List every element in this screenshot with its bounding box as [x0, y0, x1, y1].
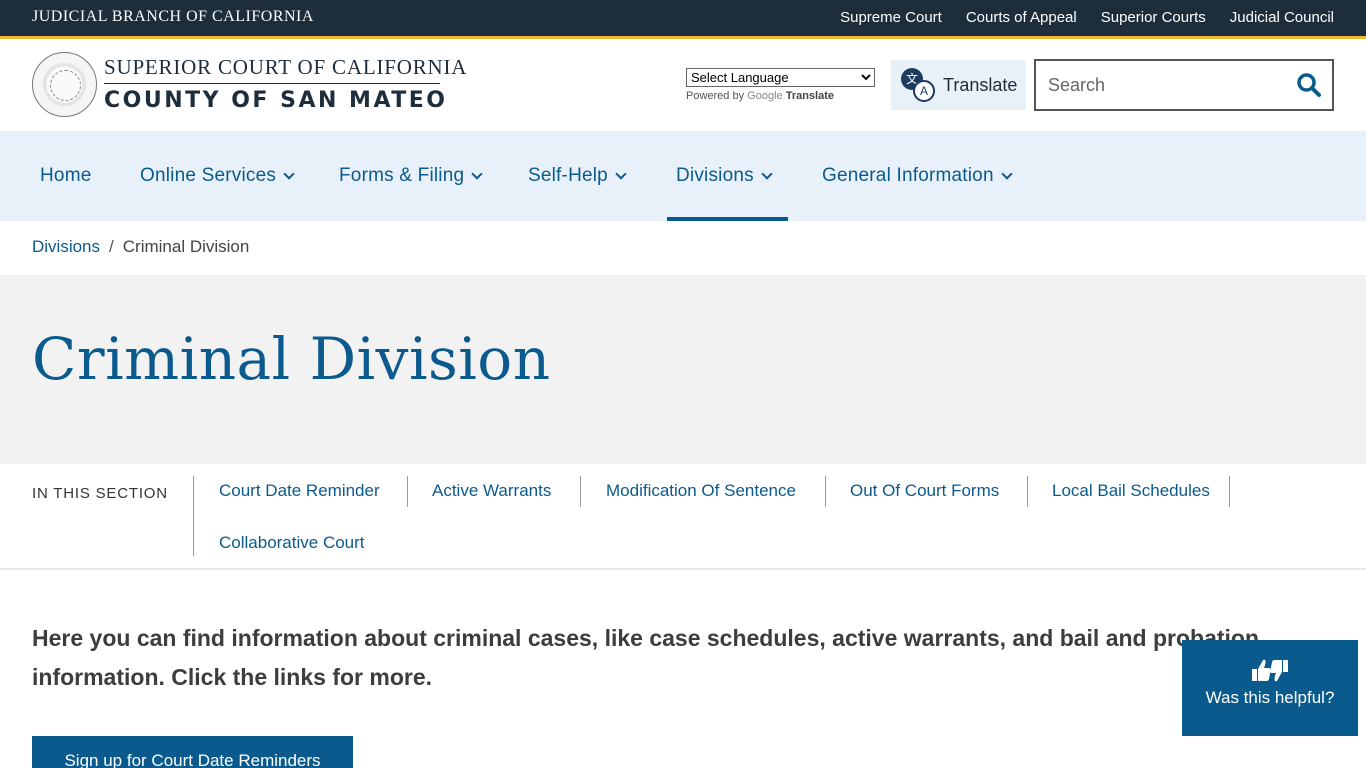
translate-button[interactable]: 文 A Translate [891, 60, 1026, 110]
breadcrumb-divisions-link[interactable]: Divisions [32, 237, 100, 257]
nav-forms-filing[interactable]: Forms & Filing [339, 131, 483, 221]
page-hero: Criminal Division [0, 275, 1366, 464]
brand-line-2: COUNTY OF SAN MATEO [104, 88, 448, 113]
section-link-court-date-reminder[interactable]: Court Date Reminder [219, 481, 380, 501]
section-link-divider [1229, 476, 1230, 507]
nav-general-information[interactable]: General Information [822, 131, 1013, 221]
nav-self-help[interactable]: Self-Help [528, 131, 627, 221]
powered-by-label: Powered by [686, 90, 745, 102]
translate-word: Translate [785, 90, 835, 102]
breadcrumb: Divisions / Criminal Division [32, 237, 249, 257]
google-translate-widget: Select Language Powered by Google Transl… [686, 68, 875, 102]
feedback-label: Was this helpful? [1205, 688, 1335, 707]
section-link-divider [825, 476, 826, 507]
superior-courts-link[interactable]: Superior Courts [1101, 9, 1206, 26]
nav-divisions-label: Divisions [676, 165, 754, 186]
chevron-down-icon [615, 167, 627, 180]
court-date-reminders-signup-button[interactable]: Sign up for Court Date Reminders [32, 736, 353, 768]
chevron-down-icon [761, 167, 773, 180]
nav-divisions[interactable]: Divisions [667, 131, 788, 221]
in-this-section-nav: IN THIS SECTION Court Date Reminder Acti… [0, 464, 1366, 570]
translate-icon: 文 A [901, 68, 935, 102]
search-icon[interactable] [1296, 72, 1322, 98]
nav-home[interactable]: Home [40, 131, 91, 221]
search-input[interactable] [1036, 74, 1286, 96]
judicial-branch-bar: JUDICIAL BRANCH OF CALIFORNIA Supreme Co… [0, 0, 1366, 36]
nav-self-help-label: Self-Help [528, 165, 608, 186]
court-seal-logo[interactable] [32, 52, 97, 117]
intro-text: Here you can find information about crim… [32, 625, 1260, 690]
powered-by-text: Powered by Google Translate [686, 90, 875, 102]
translate-button-label: Translate [943, 74, 1018, 95]
nav-online-services-label: Online Services [140, 165, 277, 186]
language-select[interactable]: Select Language [686, 68, 875, 87]
nav-online-services[interactable]: Online Services [140, 131, 295, 221]
section-link-active-warrants[interactable]: Active Warrants [432, 481, 551, 501]
chevron-down-icon [283, 167, 295, 180]
nav-general-information-label: General Information [822, 165, 994, 186]
section-divider [193, 476, 194, 556]
brand-line-1: SUPERIOR COURT OF CALIFORNIA [104, 55, 468, 79]
nav-forms-filing-label: Forms & Filing [339, 165, 465, 186]
section-link-divider [580, 476, 581, 507]
section-link-divider [407, 476, 408, 507]
brand-rule [104, 83, 440, 84]
top-links: Supreme Court Courts of Appeal Superior … [840, 9, 1334, 26]
page-title: Criminal Division [32, 325, 551, 393]
section-link-collaborative-court[interactable]: Collaborative Court [219, 533, 365, 553]
search-box [1034, 59, 1334, 111]
chevron-down-icon [1001, 167, 1013, 180]
thumbs-up-down-icon [1182, 658, 1358, 684]
courts-of-appeal-link[interactable]: Courts of Appeal [966, 9, 1077, 26]
in-this-section-label: IN THIS SECTION [32, 485, 168, 502]
judicial-branch-title[interactable]: JUDICIAL BRANCH OF CALIFORNIA [32, 8, 314, 26]
feedback-widget[interactable]: Was this helpful? [1182, 640, 1358, 736]
nav-home-label: Home [40, 165, 92, 186]
section-link-local-bail-schedules[interactable]: Local Bail Schedules [1052, 481, 1210, 501]
court-brand[interactable]: SUPERIOR COURT OF CALIFORNIA COUNTY OF S… [104, 55, 467, 113]
section-link-modification-of-sentence[interactable]: Modification Of Sentence [606, 481, 796, 501]
gold-divider [0, 36, 1366, 39]
google-logo-text: Google [747, 90, 783, 102]
chevron-down-icon [471, 167, 483, 180]
supreme-court-link[interactable]: Supreme Court [840, 9, 942, 26]
breadcrumb-separator: / [109, 237, 114, 256]
judicial-council-link[interactable]: Judicial Council [1230, 9, 1334, 26]
breadcrumb-current: Criminal Division [122, 237, 250, 256]
main-navigation: Home Online Services Forms & Filing Self… [0, 131, 1366, 221]
section-link-out-of-court-forms[interactable]: Out Of Court Forms [850, 481, 999, 501]
section-link-divider [1027, 476, 1028, 507]
